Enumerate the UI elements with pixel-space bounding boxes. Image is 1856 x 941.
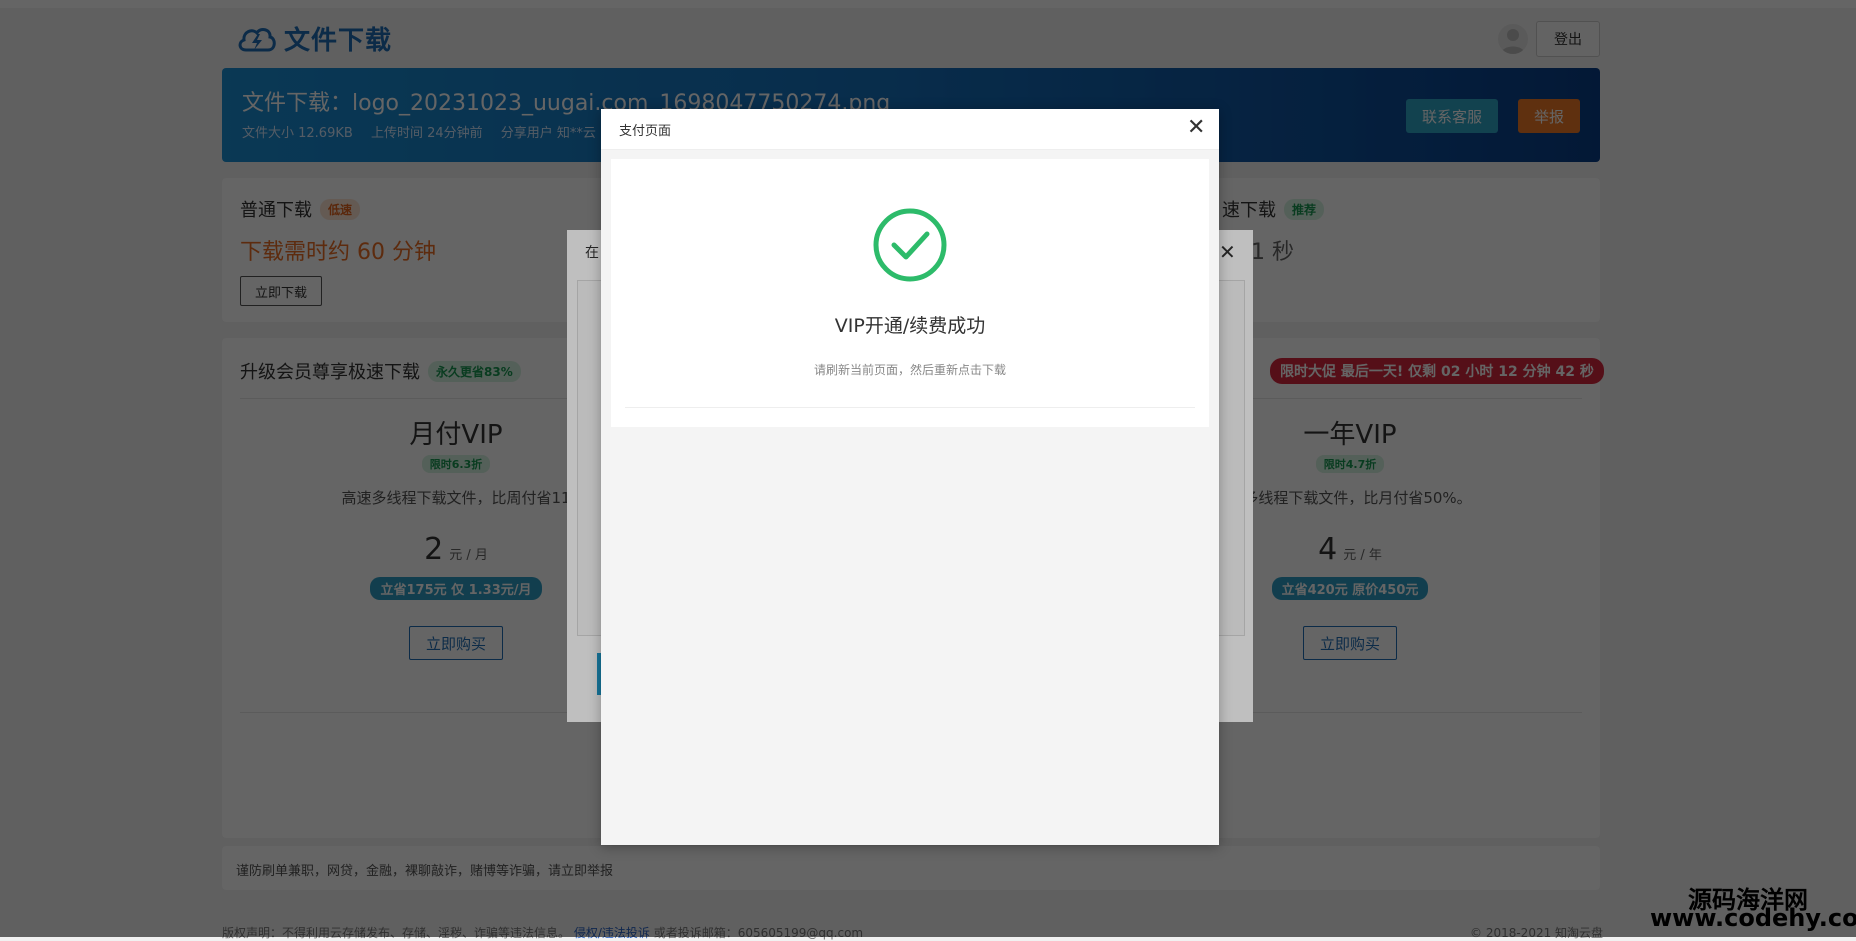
payment-modal-title: 支付页面 bbox=[619, 124, 672, 139]
check-circle-icon bbox=[873, 208, 947, 282]
success-subtitle: 请刷新当前页面，然后重新点击下载 bbox=[813, 363, 1006, 377]
payment-result: VIP开通/续费成功 请刷新当前页面，然后重新点击下载 bbox=[611, 159, 1209, 427]
payment-modal-header: 支付页面 ✕ bbox=[601, 109, 1219, 150]
watermark-line-2: www.codehy.com bbox=[1650, 904, 1856, 932]
divider bbox=[625, 407, 1195, 408]
close-icon[interactable]: ✕ bbox=[1187, 115, 1205, 140]
payment-modal: 支付页面 ✕ VIP开通/续费成功 请刷新当前页面，然后重新点击下载 bbox=[601, 109, 1219, 845]
success-title: VIP开通/续费成功 bbox=[834, 315, 986, 337]
